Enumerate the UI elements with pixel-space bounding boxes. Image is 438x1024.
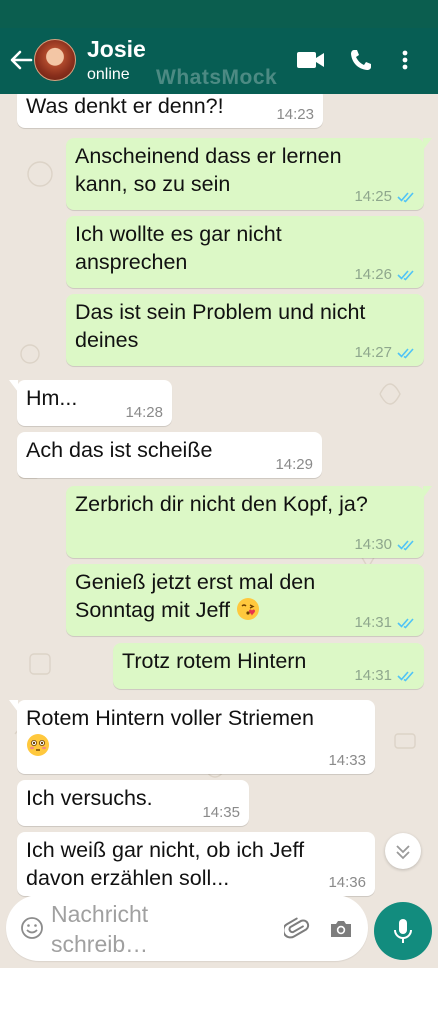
message-text: Was denkt er denn?!: [26, 94, 224, 118]
bubble-tail: [9, 380, 18, 392]
message-meta: 14:25: [354, 188, 415, 205]
outgoing-message[interactable]: Zerbrich dir nicht den Kopf, ja? 14:30: [66, 486, 432, 558]
incoming-message[interactable]: Ach das ist scheiße 14:29: [17, 432, 322, 478]
video-call-icon[interactable]: [296, 46, 326, 79]
read-receipt-icon: [397, 191, 414, 203]
message-meta: 14:23: [276, 106, 314, 123]
read-receipt-icon: [397, 670, 414, 682]
message-time: 14:31: [354, 614, 392, 631]
outgoing-message[interactable]: Genieß jetzt erst mal den Sonntag mit Je…: [66, 564, 424, 636]
incoming-message[interactable]: Was denkt er denn?! 14:23: [17, 94, 323, 128]
message-meta: 14:26: [354, 266, 415, 283]
message-time: 14:23: [276, 106, 314, 123]
outgoing-message[interactable]: Trotz rotem Hintern 14:31: [113, 643, 424, 689]
message-meta: 14:28: [125, 404, 163, 421]
message-meta: 14:33: [328, 752, 366, 769]
message-meta: 14:30: [354, 536, 415, 553]
chevron-down-icon: [396, 845, 410, 860]
more-vert-icon[interactable]: [400, 46, 410, 79]
message-time: 14:30: [354, 536, 392, 553]
attach-icon[interactable]: [282, 916, 310, 947]
message-time: 14:25: [354, 188, 392, 205]
read-receipt-icon: [397, 617, 414, 629]
message-meta: 14:35: [202, 804, 240, 821]
outgoing-message[interactable]: Das ist sein Problem und nicht deines 14:…: [66, 294, 424, 366]
message-meta: 14:29: [275, 456, 313, 473]
bubble-tail: [423, 486, 432, 498]
chat-header: Josie online WhatsMock: [0, 28, 438, 94]
message-time: 14:27: [354, 344, 392, 361]
message-text: Rotem Hintern voller Striemen: [26, 704, 366, 760]
watermark: WhatsMock: [156, 66, 278, 89]
bottom-blank-area: [0, 968, 438, 1024]
contact-status: online: [87, 66, 130, 83]
avatar[interactable]: [34, 39, 76, 81]
message-meta: 14:27: [354, 344, 415, 361]
mic-icon: [394, 919, 412, 943]
contact-name[interactable]: Josie: [87, 36, 146, 63]
message-time: 14:28: [125, 404, 163, 421]
chat-screen: Josie online WhatsMock Was denkt er denn…: [0, 0, 438, 1024]
message-time: 14:35: [202, 804, 240, 821]
read-receipt-icon: [397, 347, 414, 359]
message-input-container[interactable]: Nachricht schreib…: [6, 895, 368, 961]
back-arrow-icon[interactable]: [8, 46, 34, 74]
message-text: Zerbrich dir nicht den Kopf, ja?: [75, 492, 368, 516]
message-input[interactable]: Nachricht schreib…: [51, 899, 271, 959]
composer-bar: Nachricht schreib…: [0, 876, 438, 968]
message-meta: 14:31: [354, 667, 415, 684]
message-time: 14:33: [328, 752, 366, 769]
message-meta: 14:31: [354, 614, 415, 631]
mic-button[interactable]: [374, 902, 432, 960]
face-blowing-kiss-emoji: [236, 597, 260, 621]
bubble-tail: [423, 138, 432, 150]
bubble-tail: [9, 700, 18, 712]
flushed-face-emoji: [26, 733, 50, 757]
scroll-to-bottom-button[interactable]: [385, 833, 421, 869]
emoji-icon[interactable]: [20, 916, 44, 945]
message-text: Ach das ist scheiße: [26, 438, 213, 462]
incoming-message[interactable]: Ich versuchs. 14:35: [17, 780, 249, 826]
incoming-message[interactable]: Hm... 14:28: [9, 380, 172, 426]
outgoing-message[interactable]: Ich wollte es gar nicht ansprechen 14:26: [66, 216, 424, 288]
read-receipt-icon: [397, 539, 414, 551]
read-receipt-icon: [397, 269, 414, 281]
message-time: 14:31: [354, 667, 392, 684]
camera-icon[interactable]: [328, 916, 354, 947]
message-time: 14:29: [275, 456, 313, 473]
incoming-message[interactable]: Rotem Hintern voller Striemen 14:33: [9, 700, 375, 774]
status-bar: [0, 0, 438, 28]
message-list[interactable]: Was denkt er denn?! 14:23 Anscheinend dass…: [0, 94, 438, 968]
voice-call-icon[interactable]: [348, 46, 374, 79]
message-time: 14:26: [354, 266, 392, 283]
outgoing-message[interactable]: Anscheinend dass er lernen kann, so zu s…: [66, 138, 432, 210]
